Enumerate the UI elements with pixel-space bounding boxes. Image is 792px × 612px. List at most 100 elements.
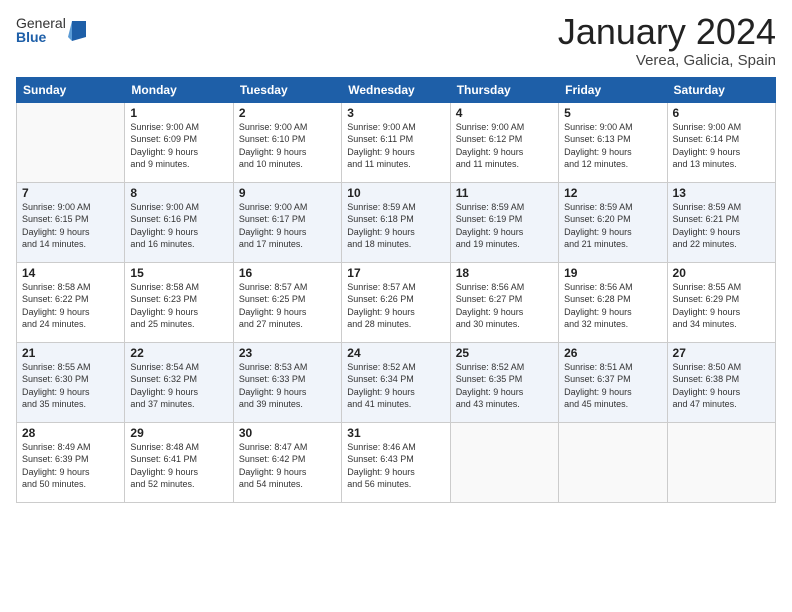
- table-row: 7Sunrise: 9:00 AM Sunset: 6:15 PM Daylig…: [17, 182, 125, 262]
- day-info: Sunrise: 8:49 AM Sunset: 6:39 PM Dayligh…: [22, 441, 119, 491]
- table-row: 26Sunrise: 8:51 AM Sunset: 6:37 PM Dayli…: [559, 342, 667, 422]
- day-number: 18: [456, 266, 553, 280]
- day-number: 10: [347, 186, 444, 200]
- day-info: Sunrise: 8:50 AM Sunset: 6:38 PM Dayligh…: [673, 361, 770, 411]
- day-number: 8: [130, 186, 227, 200]
- day-number: 7: [22, 186, 119, 200]
- day-info: Sunrise: 8:57 AM Sunset: 6:25 PM Dayligh…: [239, 281, 336, 331]
- logo-text: General Blue: [16, 16, 66, 44]
- calendar-header-row: Sunday Monday Tuesday Wednesday Thursday…: [17, 77, 776, 102]
- table-row: [667, 422, 775, 502]
- location: Verea, Galicia, Spain: [558, 52, 776, 69]
- day-info: Sunrise: 8:59 AM Sunset: 6:19 PM Dayligh…: [456, 201, 553, 251]
- table-row: 20Sunrise: 8:55 AM Sunset: 6:29 PM Dayli…: [667, 262, 775, 342]
- table-row: 17Sunrise: 8:57 AM Sunset: 6:26 PM Dayli…: [342, 262, 450, 342]
- month-title: January 2024: [558, 12, 776, 52]
- table-row: 8Sunrise: 9:00 AM Sunset: 6:16 PM Daylig…: [125, 182, 233, 262]
- logo: General Blue: [16, 16, 86, 44]
- day-info: Sunrise: 8:56 AM Sunset: 6:28 PM Dayligh…: [564, 281, 661, 331]
- logo-icon: [68, 19, 86, 41]
- day-info: Sunrise: 8:52 AM Sunset: 6:34 PM Dayligh…: [347, 361, 444, 411]
- table-row: 24Sunrise: 8:52 AM Sunset: 6:34 PM Dayli…: [342, 342, 450, 422]
- day-number: 27: [673, 346, 770, 360]
- day-number: 1: [130, 106, 227, 120]
- table-row: [559, 422, 667, 502]
- day-number: 25: [456, 346, 553, 360]
- table-row: 12Sunrise: 8:59 AM Sunset: 6:20 PM Dayli…: [559, 182, 667, 262]
- header-wednesday: Wednesday: [342, 77, 450, 102]
- day-info: Sunrise: 8:59 AM Sunset: 6:20 PM Dayligh…: [564, 201, 661, 251]
- day-number: 23: [239, 346, 336, 360]
- day-number: 29: [130, 426, 227, 440]
- table-row: 16Sunrise: 8:57 AM Sunset: 6:25 PM Dayli…: [233, 262, 341, 342]
- table-row: 6Sunrise: 9:00 AM Sunset: 6:14 PM Daylig…: [667, 102, 775, 182]
- table-row: 21Sunrise: 8:55 AM Sunset: 6:30 PM Dayli…: [17, 342, 125, 422]
- header-monday: Monday: [125, 77, 233, 102]
- day-number: 13: [673, 186, 770, 200]
- header: General Blue January 2024 Verea, Galicia…: [16, 12, 776, 69]
- day-number: 3: [347, 106, 444, 120]
- day-info: Sunrise: 8:58 AM Sunset: 6:22 PM Dayligh…: [22, 281, 119, 331]
- table-row: 18Sunrise: 8:56 AM Sunset: 6:27 PM Dayli…: [450, 262, 558, 342]
- calendar: Sunday Monday Tuesday Wednesday Thursday…: [16, 77, 776, 503]
- day-number: 20: [673, 266, 770, 280]
- day-info: Sunrise: 9:00 AM Sunset: 6:15 PM Dayligh…: [22, 201, 119, 251]
- day-number: 6: [673, 106, 770, 120]
- table-row: 19Sunrise: 8:56 AM Sunset: 6:28 PM Dayli…: [559, 262, 667, 342]
- title-area: January 2024 Verea, Galicia, Spain: [558, 12, 776, 69]
- day-info: Sunrise: 9:00 AM Sunset: 6:16 PM Dayligh…: [130, 201, 227, 251]
- day-info: Sunrise: 8:56 AM Sunset: 6:27 PM Dayligh…: [456, 281, 553, 331]
- day-number: 16: [239, 266, 336, 280]
- calendar-week-row: 28Sunrise: 8:49 AM Sunset: 6:39 PM Dayli…: [17, 422, 776, 502]
- logo-general: General: [16, 16, 66, 30]
- table-row: 5Sunrise: 9:00 AM Sunset: 6:13 PM Daylig…: [559, 102, 667, 182]
- table-row: 9Sunrise: 9:00 AM Sunset: 6:17 PM Daylig…: [233, 182, 341, 262]
- table-row: 11Sunrise: 8:59 AM Sunset: 6:19 PM Dayli…: [450, 182, 558, 262]
- header-friday: Friday: [559, 77, 667, 102]
- day-number: 17: [347, 266, 444, 280]
- day-info: Sunrise: 8:53 AM Sunset: 6:33 PM Dayligh…: [239, 361, 336, 411]
- table-row: 1Sunrise: 9:00 AM Sunset: 6:09 PM Daylig…: [125, 102, 233, 182]
- day-info: Sunrise: 8:59 AM Sunset: 6:18 PM Dayligh…: [347, 201, 444, 251]
- day-info: Sunrise: 8:46 AM Sunset: 6:43 PM Dayligh…: [347, 441, 444, 491]
- day-info: Sunrise: 8:52 AM Sunset: 6:35 PM Dayligh…: [456, 361, 553, 411]
- day-number: 30: [239, 426, 336, 440]
- table-row: 13Sunrise: 8:59 AM Sunset: 6:21 PM Dayli…: [667, 182, 775, 262]
- day-info: Sunrise: 8:59 AM Sunset: 6:21 PM Dayligh…: [673, 201, 770, 251]
- logo-blue: Blue: [16, 30, 66, 44]
- day-number: 11: [456, 186, 553, 200]
- day-number: 12: [564, 186, 661, 200]
- header-saturday: Saturday: [667, 77, 775, 102]
- page: General Blue January 2024 Verea, Galicia…: [0, 0, 792, 612]
- table-row: 3Sunrise: 9:00 AM Sunset: 6:11 PM Daylig…: [342, 102, 450, 182]
- day-number: 28: [22, 426, 119, 440]
- day-info: Sunrise: 8:54 AM Sunset: 6:32 PM Dayligh…: [130, 361, 227, 411]
- day-number: 21: [22, 346, 119, 360]
- table-row: 27Sunrise: 8:50 AM Sunset: 6:38 PM Dayli…: [667, 342, 775, 422]
- day-info: Sunrise: 9:00 AM Sunset: 6:11 PM Dayligh…: [347, 121, 444, 171]
- table-row: 25Sunrise: 8:52 AM Sunset: 6:35 PM Dayli…: [450, 342, 558, 422]
- day-info: Sunrise: 9:00 AM Sunset: 6:09 PM Dayligh…: [130, 121, 227, 171]
- table-row: 31Sunrise: 8:46 AM Sunset: 6:43 PM Dayli…: [342, 422, 450, 502]
- table-row: 4Sunrise: 9:00 AM Sunset: 6:12 PM Daylig…: [450, 102, 558, 182]
- table-row: [450, 422, 558, 502]
- table-row: 2Sunrise: 9:00 AM Sunset: 6:10 PM Daylig…: [233, 102, 341, 182]
- table-row: 30Sunrise: 8:47 AM Sunset: 6:42 PM Dayli…: [233, 422, 341, 502]
- table-row: 28Sunrise: 8:49 AM Sunset: 6:39 PM Dayli…: [17, 422, 125, 502]
- day-number: 5: [564, 106, 661, 120]
- day-info: Sunrise: 8:57 AM Sunset: 6:26 PM Dayligh…: [347, 281, 444, 331]
- day-number: 15: [130, 266, 227, 280]
- table-row: 10Sunrise: 8:59 AM Sunset: 6:18 PM Dayli…: [342, 182, 450, 262]
- table-row: 14Sunrise: 8:58 AM Sunset: 6:22 PM Dayli…: [17, 262, 125, 342]
- day-number: 4: [456, 106, 553, 120]
- day-number: 19: [564, 266, 661, 280]
- calendar-week-row: 21Sunrise: 8:55 AM Sunset: 6:30 PM Dayli…: [17, 342, 776, 422]
- day-info: Sunrise: 9:00 AM Sunset: 6:10 PM Dayligh…: [239, 121, 336, 171]
- day-info: Sunrise: 9:00 AM Sunset: 6:14 PM Dayligh…: [673, 121, 770, 171]
- day-info: Sunrise: 9:00 AM Sunset: 6:12 PM Dayligh…: [456, 121, 553, 171]
- table-row: 29Sunrise: 8:48 AM Sunset: 6:41 PM Dayli…: [125, 422, 233, 502]
- day-number: 22: [130, 346, 227, 360]
- table-row: 23Sunrise: 8:53 AM Sunset: 6:33 PM Dayli…: [233, 342, 341, 422]
- table-row: 22Sunrise: 8:54 AM Sunset: 6:32 PM Dayli…: [125, 342, 233, 422]
- day-info: Sunrise: 8:47 AM Sunset: 6:42 PM Dayligh…: [239, 441, 336, 491]
